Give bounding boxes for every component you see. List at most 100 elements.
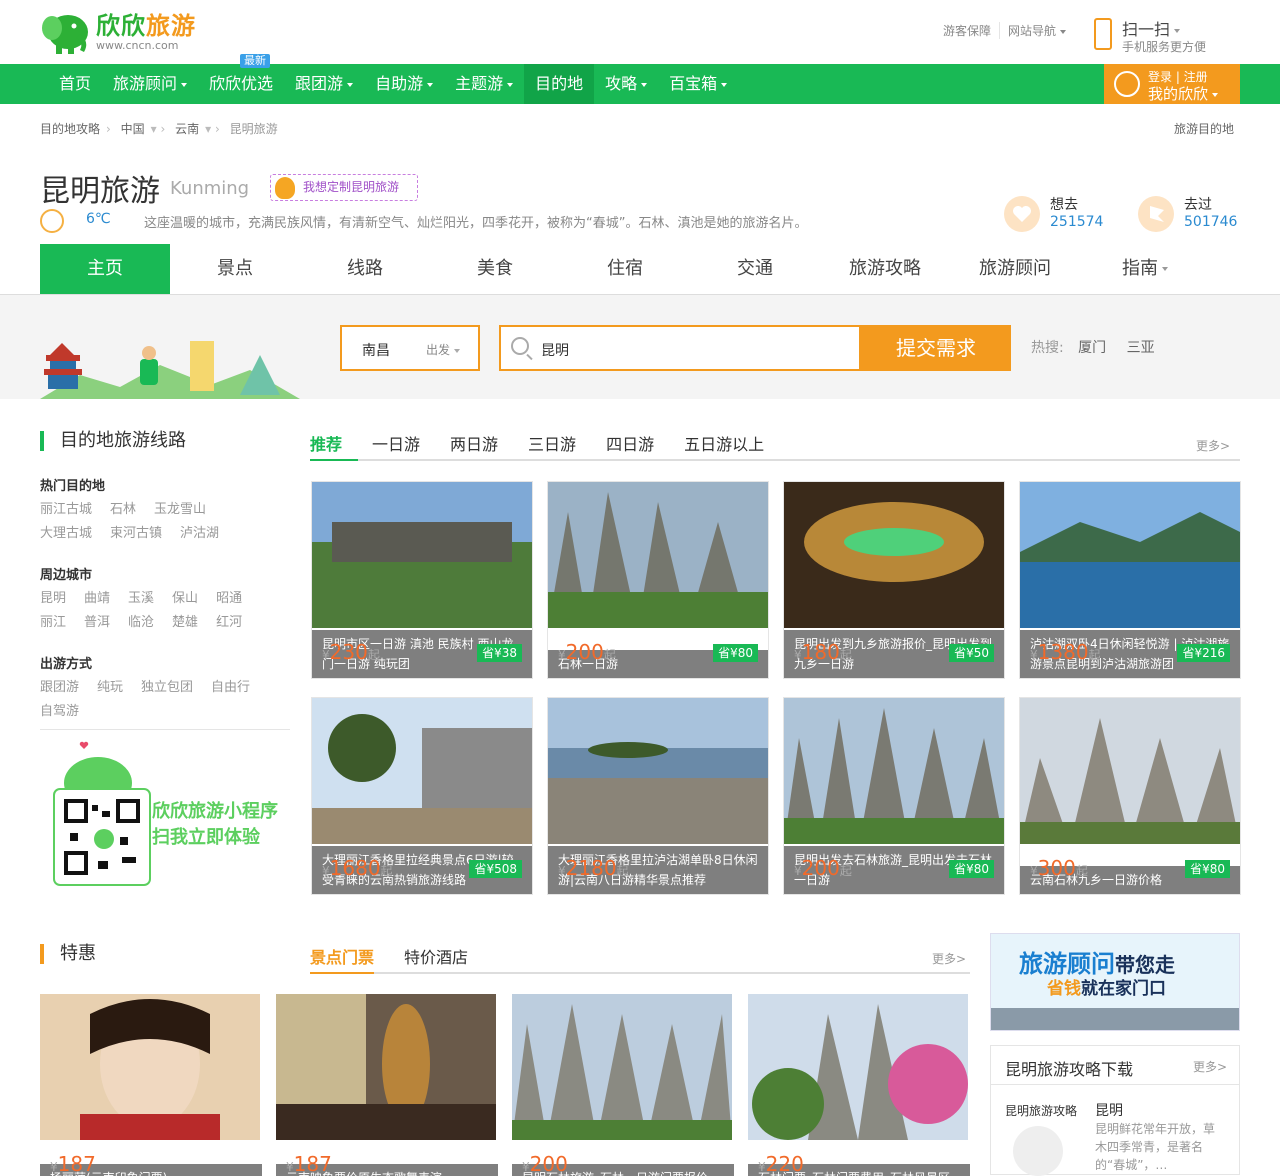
filter-link[interactable]: 保山 [172, 591, 198, 606]
route-tab[interactable]: 两日游 [450, 431, 498, 455]
destination-link[interactable]: 旅游目的地 [1174, 104, 1234, 154]
route-price: ¥200起 [794, 856, 852, 880]
nav-group-tour[interactable]: 跟团游 [284, 64, 364, 104]
route-card[interactable]: 大理丽江香格里拉泸沽湖单卧8日休闲游|云南八日游精华景点推荐 ¥2180起 [547, 697, 769, 895]
nav-theme-tour[interactable]: 主题游 [444, 64, 524, 104]
route-tab[interactable]: 推荐 [310, 431, 342, 455]
filter-link[interactable]: 束河古镇 [110, 526, 162, 541]
breadcrumb-item[interactable]: 目的地攻略 [40, 122, 100, 136]
deal-card[interactable]: 杨丽萍(云南印象门票) ¥187 [40, 994, 262, 1176]
discount-badge: 省¥80 [949, 860, 994, 878]
route-tab[interactable]: 一日游 [372, 431, 420, 455]
section-title: 目的地旅游线路 [40, 431, 186, 451]
route-card[interactable]: 云南石林九乡一日游价格 ¥300起 省¥80 [1019, 697, 1241, 895]
link-guarantee[interactable]: 游客保障 [935, 22, 999, 39]
chevron-down-icon [427, 82, 434, 87]
tab-sights[interactable]: 景点 [170, 244, 300, 294]
filter-link[interactable]: 普洱 [84, 615, 110, 630]
filter-link[interactable]: 玉溪 [128, 591, 154, 606]
filter-link[interactable]: 玉龙雪山 [154, 502, 206, 517]
nav-self-tour[interactable]: 自助游 [364, 64, 444, 104]
nav-home[interactable]: 首页 [48, 64, 102, 104]
nav-featured[interactable]: 欣欣优选 最新 [198, 54, 284, 104]
route-card[interactable]: 大理丽江香格里拉经典景点6日游|较受青睐的云南热销旅游线路 ¥1680起 省¥5… [311, 697, 533, 895]
scan-qr-link[interactable]: 扫一扫 手机服务更方便 [1094, 16, 1224, 56]
tab-hotels[interactable]: 住宿 [560, 244, 690, 294]
departure-select[interactable]: 南昌 出发 [340, 325, 480, 371]
want-count: 251574 [1050, 214, 1104, 230]
route-tab[interactable]: 五日游以上 [684, 431, 764, 455]
search-icon [511, 337, 529, 355]
filter-link[interactable]: 楚雄 [172, 615, 198, 630]
tab-routes[interactable]: 线路 [300, 244, 430, 294]
filter-link[interactable]: 自由行 [211, 680, 250, 695]
been-there-stat[interactable]: 去过 501746 [1138, 194, 1248, 236]
breadcrumb-item[interactable]: 中国 [121, 122, 145, 136]
tab-home[interactable]: 主页 [40, 244, 170, 294]
filter-link[interactable]: 大理古城 [40, 526, 92, 541]
page-title: 昆明旅游 [40, 174, 160, 209]
filter-row: 丽江古城 石林 玉龙雪山 [40, 498, 290, 522]
deal-tab[interactable]: 特价酒店 [404, 944, 468, 968]
link-site-nav[interactable]: 网站导航 [998, 22, 1074, 39]
breadcrumb-current: 昆明旅游 [229, 122, 278, 136]
hot-search-link[interactable]: 三亚 [1127, 340, 1155, 356]
active-tab-underline [310, 459, 358, 461]
search-input[interactable]: 昆明 [541, 340, 569, 360]
filter-link[interactable]: 昭通 [216, 591, 242, 606]
chevron-down-icon [1060, 29, 1066, 34]
more-deals-link[interactable]: 更多> [932, 950, 966, 967]
filter-link[interactable]: 泸沽湖 [180, 526, 219, 541]
chevron-down-icon: ▾ › [150, 122, 166, 136]
deal-card[interactable]: 云南映象票价原生态歌舞表演 ¥187 [276, 994, 498, 1176]
tab-guides[interactable]: 旅游攻略 [820, 244, 950, 294]
nav-guides[interactable]: 攻略 [594, 64, 658, 104]
filter-link[interactable]: 纯玩 [97, 680, 123, 695]
deal-card[interactable]: 石林门票_石林门票费用_石林风景区 ¥220 [748, 994, 970, 1176]
filter-link[interactable]: 昆明 [40, 591, 66, 606]
filter-link[interactable]: 丽江 [40, 615, 66, 630]
filter-link[interactable]: 自驾游 [40, 704, 79, 719]
nav-consultant[interactable]: 旅游顾问 [102, 64, 198, 104]
filter-link[interactable]: 丽江古城 [40, 502, 92, 517]
tab-food[interactable]: 美食 [430, 244, 560, 294]
route-card[interactable]: 石林一日游 ¥200起 省¥80 [547, 481, 769, 679]
filter-link[interactable]: 临沧 [128, 615, 154, 630]
customize-trip-button[interactable]: 我想定制昆明旅游 [270, 174, 419, 201]
filter-link[interactable]: 石林 [110, 502, 136, 517]
my-account-menu[interactable]: 我的欣欣 [1148, 83, 1219, 104]
submit-request-button[interactable]: 提交需求 [861, 325, 1011, 371]
breadcrumb-item[interactable]: 云南 [175, 122, 199, 136]
tab-consultant[interactable]: 旅游顾问 [950, 244, 1080, 294]
filter-title: 热门目的地 [40, 479, 106, 494]
site-logo[interactable]: 欣欣旅游 www.cncn.com [40, 7, 196, 57]
scan-title: 扫一扫 [1122, 16, 1181, 40]
route-photo [784, 698, 1004, 844]
chevron-down-icon [1162, 267, 1168, 271]
more-routes-link[interactable]: 更多> [1196, 437, 1230, 454]
filter-row: 跟团游 纯玩 独立包团 自由行 [40, 676, 290, 700]
discount-badge: 省¥80 [713, 644, 758, 662]
route-tab[interactable]: 四日游 [606, 431, 654, 455]
deal-tab[interactable]: 景点门票 [310, 944, 374, 968]
destination-search[interactable]: 昆明 [499, 325, 861, 371]
route-card[interactable]: 泸沽湖双卧4日休闲轻悦游 | 泸沽湖旅游景点昆明到泸沽湖旅游团 ¥1380起 省… [1019, 481, 1241, 679]
filter-link[interactable]: 独立包团 [141, 680, 193, 695]
nav-toolbox[interactable]: 百宝箱 [658, 64, 738, 104]
filter-link[interactable]: 跟团游 [40, 680, 79, 695]
nav-destination[interactable]: 目的地 [524, 64, 595, 104]
login-box[interactable]: 登录 | 注册 我的欣欣 [1104, 64, 1240, 104]
discount-badge: 省¥38 [477, 644, 522, 662]
deal-card[interactable]: 昆明石林旅游_石林一日游门票报价 ¥200 [512, 994, 734, 1176]
route-card[interactable]: 昆明市区一日游 滇池 民族村 西山龙门一日游 纯玩团 ¥230起 省¥38 [311, 481, 533, 679]
tab-guide-menu[interactable]: 指南 [1080, 244, 1210, 294]
route-card[interactable]: 昆明出发到九乡旅游报价_昆明出发到九乡一日游 ¥180起 省¥50 [783, 481, 1005, 679]
filter-link[interactable]: 红河 [216, 615, 242, 630]
hot-search-link[interactable]: 厦门 [1078, 340, 1106, 356]
top-header: 欣欣旅游 www.cncn.com 游客保障 网站导航 扫一扫 手机服务更方便 [0, 0, 1280, 64]
filter-link[interactable]: 曲靖 [84, 591, 110, 606]
route-card[interactable]: 昆明出发去石林旅游_昆明出发去石林一日游 ¥200起 省¥80 [783, 697, 1005, 895]
route-tab[interactable]: 三日游 [528, 431, 576, 455]
want-to-go-stat[interactable]: 想去 251574 [1004, 194, 1114, 236]
tab-transport[interactable]: 交通 [690, 244, 820, 294]
